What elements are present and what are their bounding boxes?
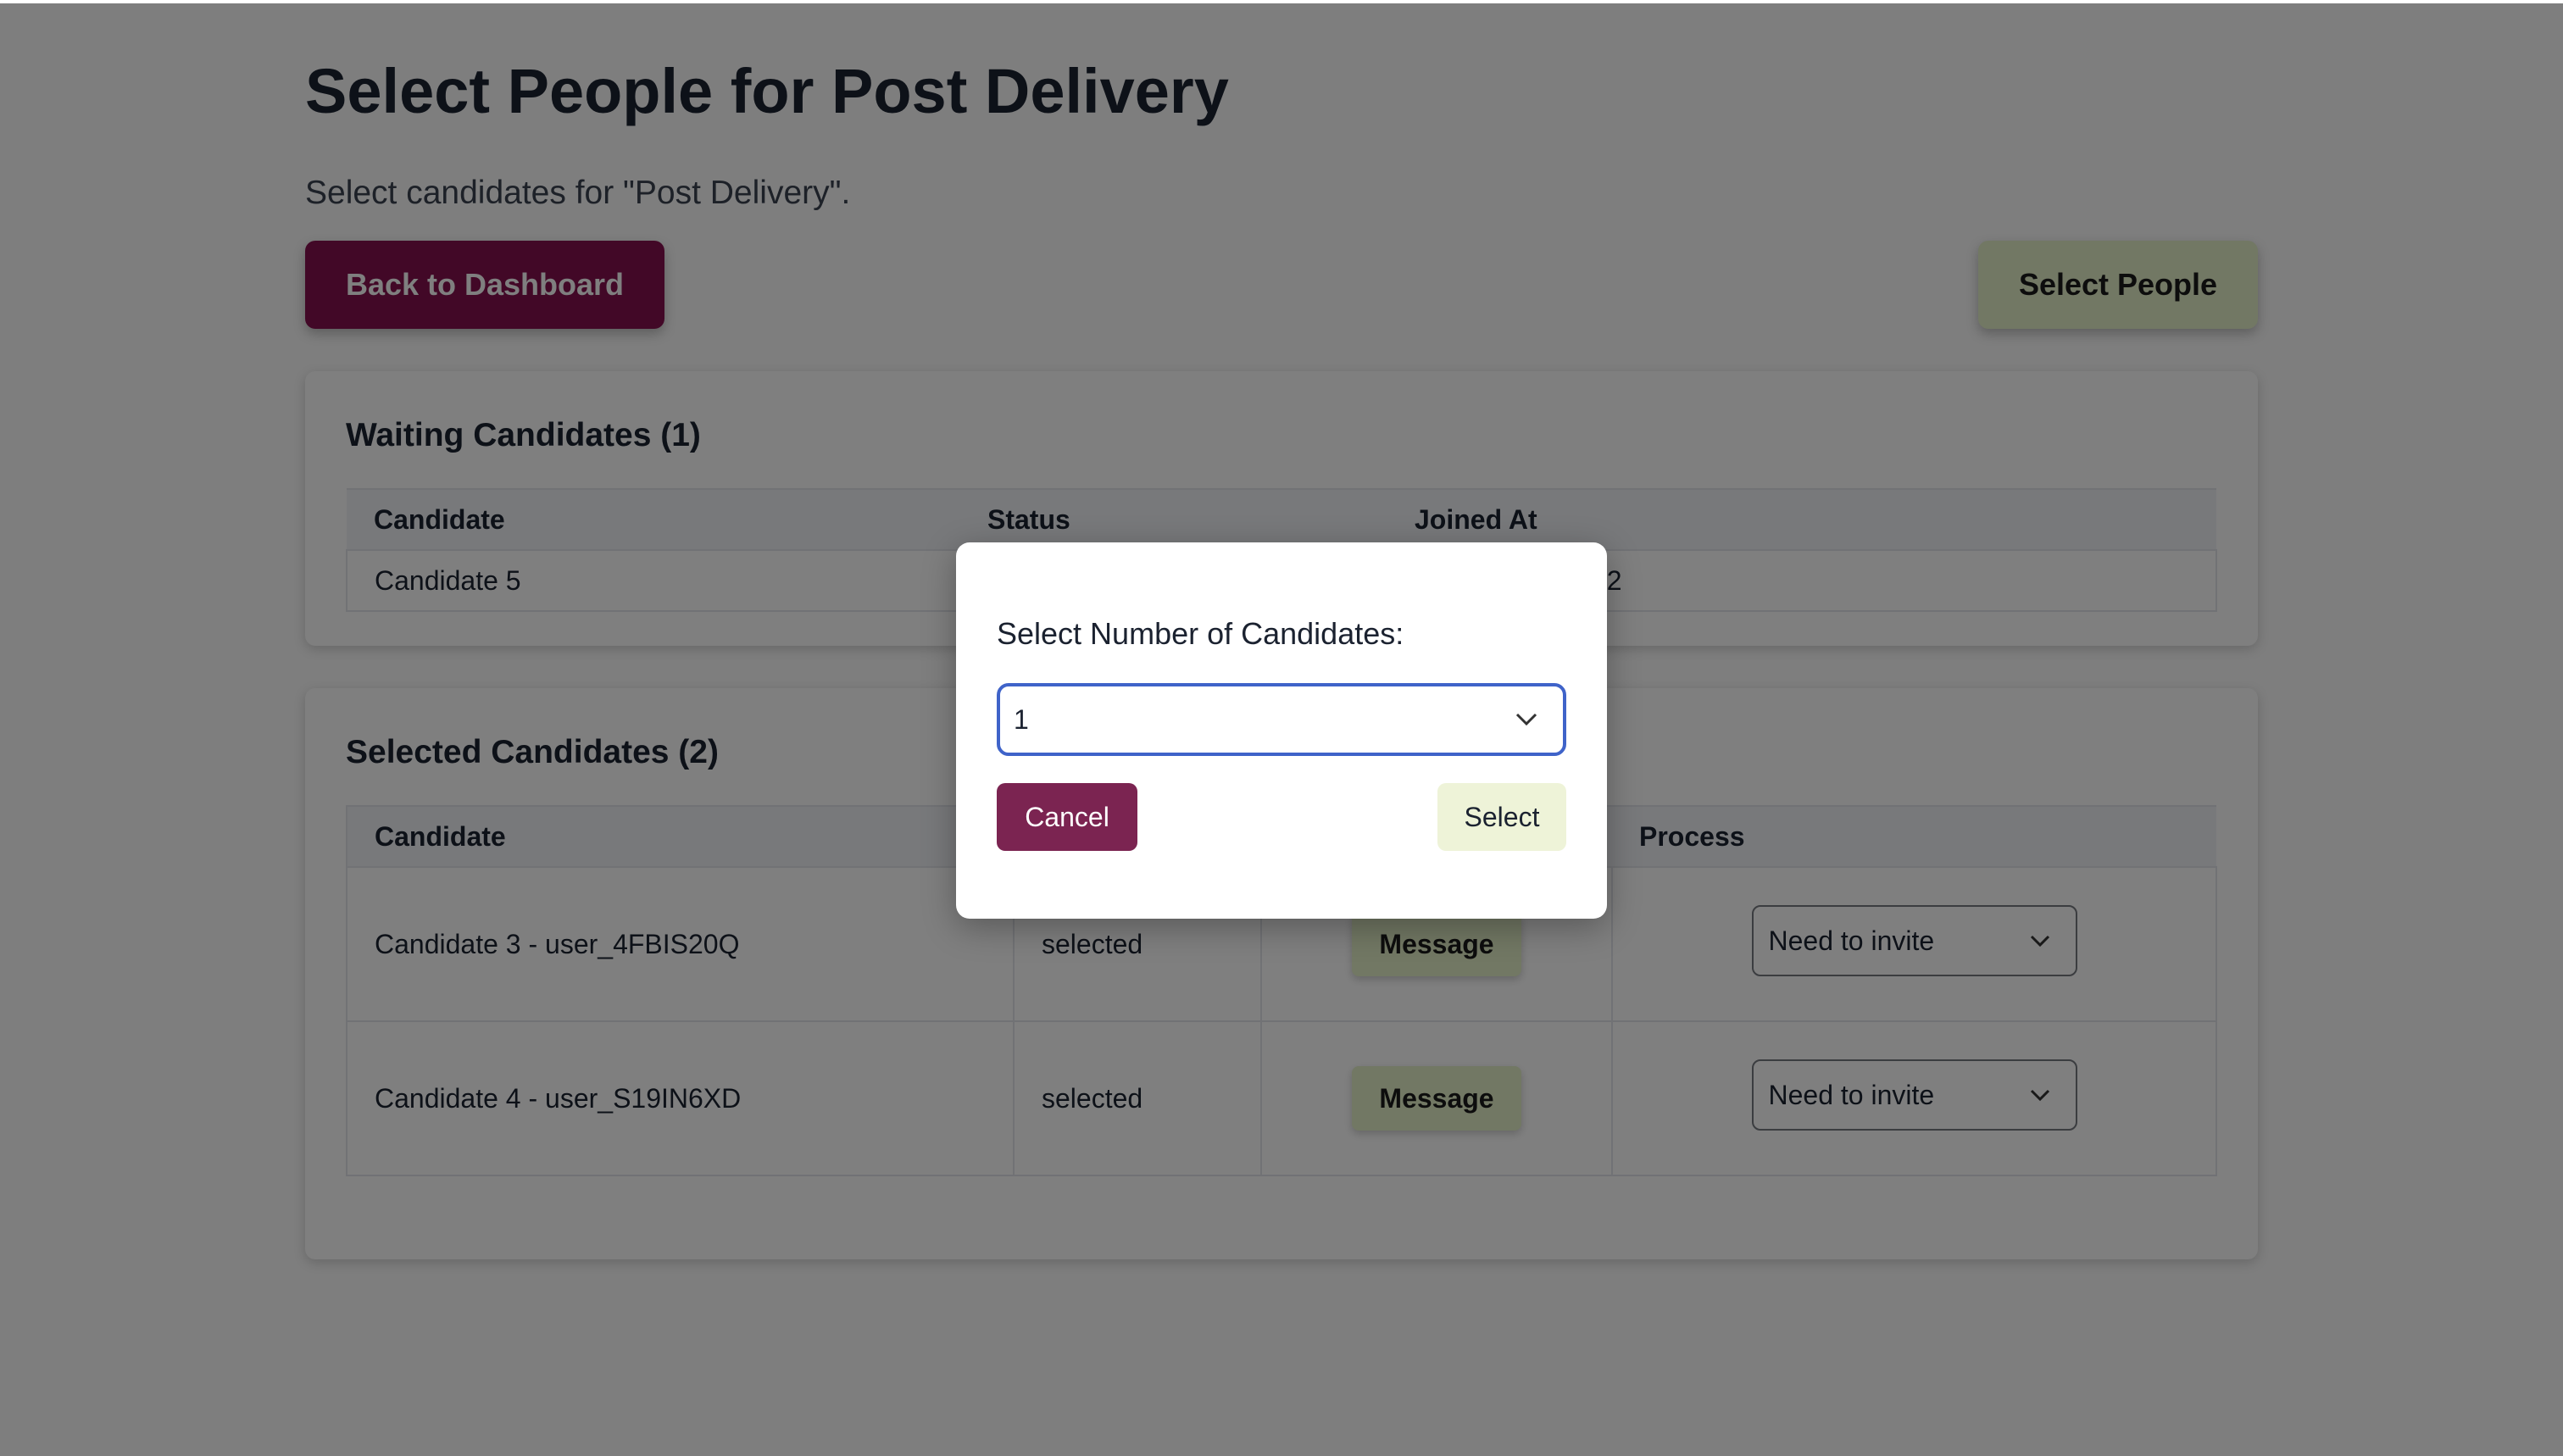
cancel-button[interactable]: Cancel xyxy=(997,783,1137,851)
modal-label: Select Number of Candidates: xyxy=(997,616,1404,651)
candidate-count-select[interactable]: 1 xyxy=(997,683,1566,756)
candidate-count-value: 1 xyxy=(1014,704,1029,735)
chevron-down-icon xyxy=(1515,713,1537,726)
top-border xyxy=(0,0,2563,3)
select-number-modal: Select Number of Candidates: 1 Cancel Se… xyxy=(956,542,1607,919)
select-button[interactable]: Select xyxy=(1437,783,1566,851)
